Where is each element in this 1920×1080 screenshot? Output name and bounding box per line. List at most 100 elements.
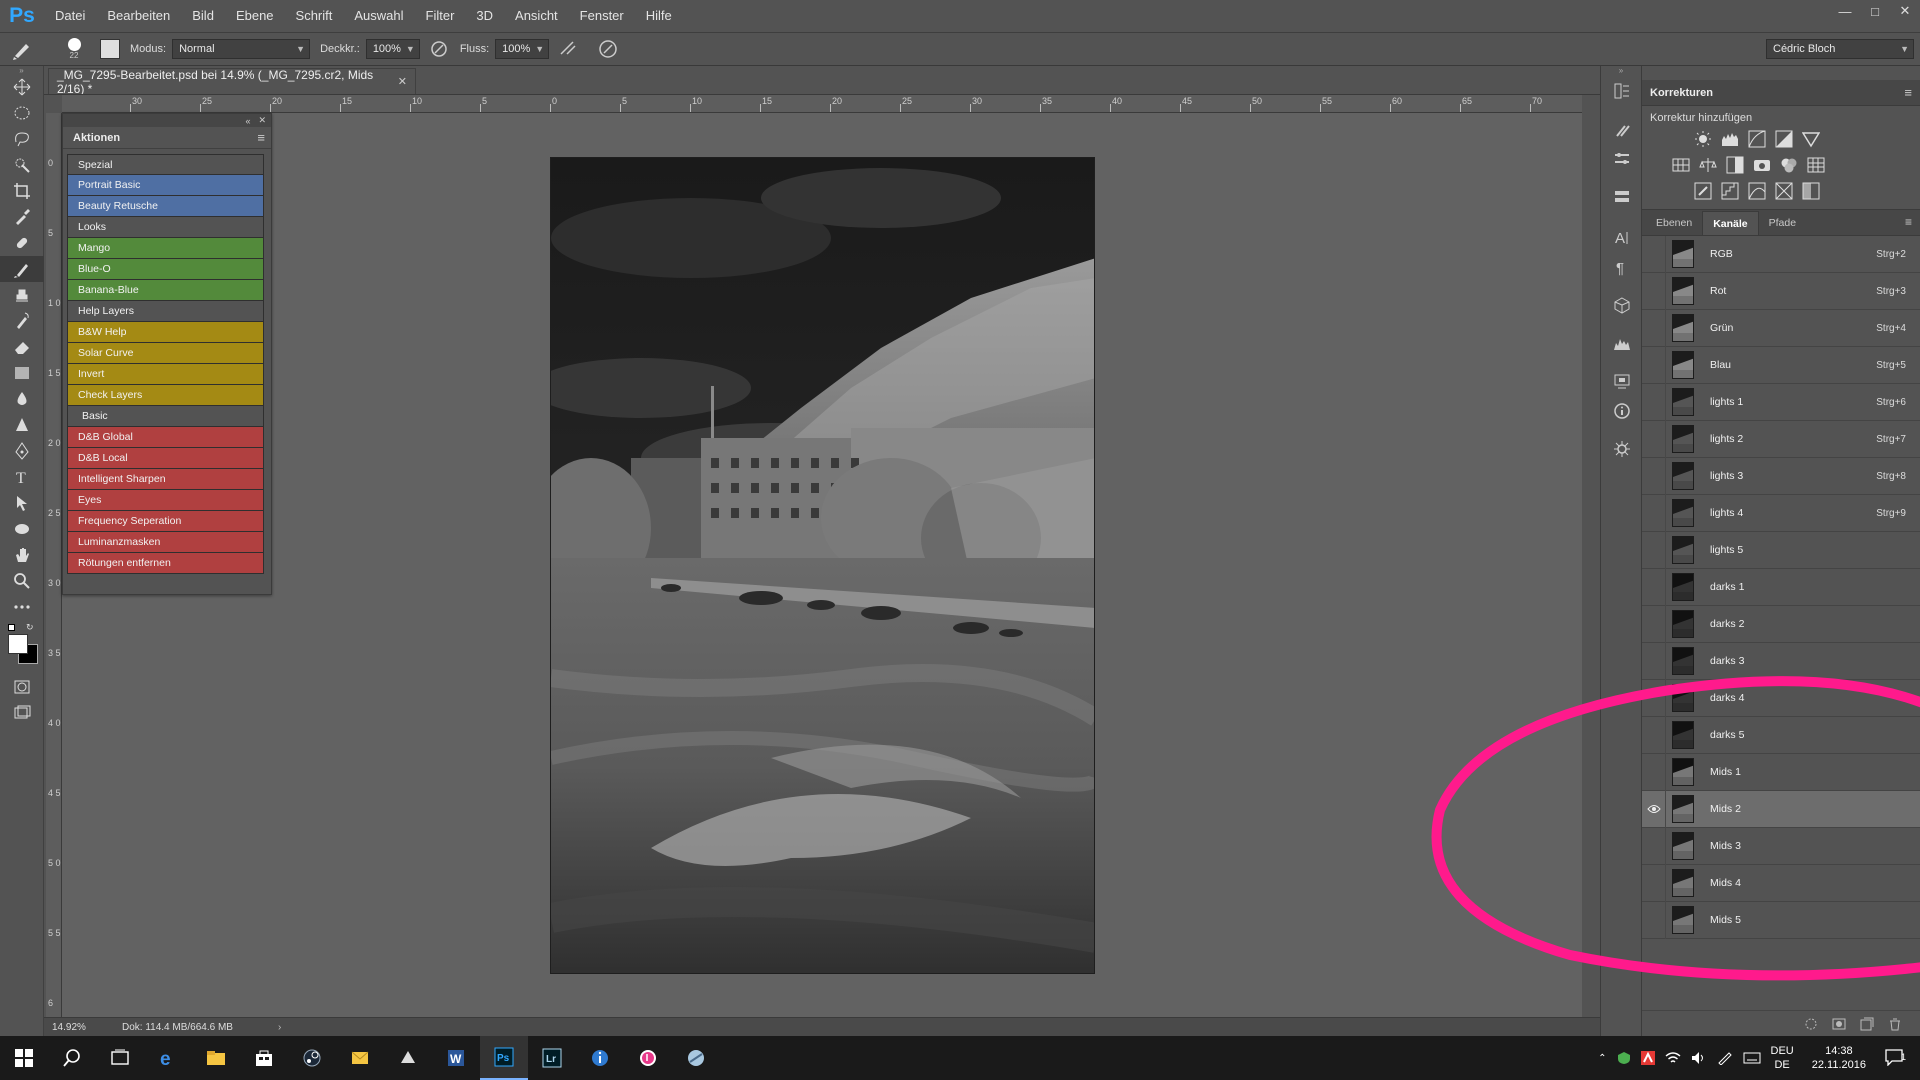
action-set-blue-o[interactable]: Blue-O (67, 259, 264, 280)
actions-tab[interactable]: Aktionen ≡ (63, 127, 271, 149)
visibility-toggle[interactable] (1642, 827, 1666, 865)
visibility-toggle[interactable] (1642, 383, 1666, 421)
visibility-toggle[interactable] (1642, 494, 1666, 532)
gradient-map-icon[interactable] (1802, 182, 1820, 200)
menu-hilfe[interactable]: Hilfe (635, 0, 683, 32)
channel-row[interactable]: Mids 3 (1642, 827, 1920, 865)
channel-row[interactable]: Mids 5 (1642, 901, 1920, 939)
brush-tool-preset[interactable] (0, 38, 44, 60)
channel-row[interactable]: darks 4 (1642, 679, 1920, 717)
visibility-toggle[interactable] (1642, 901, 1666, 939)
action-set-b-w-help[interactable]: B&W Help (67, 322, 264, 343)
volume-icon[interactable] (1691, 1051, 1707, 1065)
visibility-toggle[interactable] (1642, 605, 1666, 643)
channel-row[interactable]: RGB Strg+2 (1642, 235, 1920, 273)
visibility-toggle[interactable] (1642, 531, 1666, 569)
close-window-button[interactable]: ✕ (1890, 0, 1920, 22)
task-view-icon[interactable] (96, 1036, 144, 1080)
hand-tool-icon[interactable] (0, 542, 44, 568)
action-set-d-b-local[interactable]: D&B Local (67, 448, 264, 469)
adjustments-tab[interactable]: Korrekturen ≡ (1642, 80, 1920, 106)
info-icon[interactable] (1601, 396, 1643, 426)
channel-row[interactable]: Mids 2 (1642, 790, 1920, 828)
quick-selection-icon[interactable] (0, 152, 44, 178)
close-panel-icon[interactable]: ✕ (258, 115, 266, 126)
tab-kanle[interactable]: Kanäle (1702, 211, 1759, 235)
swap-colors-icon[interactable]: ↻ (26, 622, 34, 633)
panel-menu-icon[interactable]: ≡ (1904, 85, 1912, 100)
brightness-contrast-icon[interactable] (1694, 130, 1712, 148)
clone-stamp-icon[interactable] (0, 282, 44, 308)
vertical-ruler[interactable]: 0 5 1 0 1 5 2 0 2 5 3 0 3 5 4 0 4 5 5 0 5 5 6 (46, 113, 62, 1017)
action-set-frequency-seperation[interactable]: Frequency Seperation (67, 511, 264, 532)
eraser-icon[interactable] (0, 334, 44, 360)
app-icon[interactable] (384, 1036, 432, 1080)
vibrance-icon[interactable] (1802, 130, 1820, 148)
channel-row[interactable]: lights 1 Strg+6 (1642, 383, 1920, 421)
workspace-select[interactable]: Cédric Bloch ▼ (1766, 39, 1914, 59)
invert-icon[interactable] (1694, 182, 1712, 200)
action-set-d-b-global[interactable]: D&B Global (67, 427, 264, 448)
color-settings-icon[interactable] (1601, 434, 1643, 464)
channel-row[interactable]: lights 4 Strg+9 (1642, 494, 1920, 532)
layer-comps-icon[interactable] (1601, 182, 1643, 212)
channel-row[interactable]: darks 2 (1642, 605, 1920, 643)
panel-menu-icon[interactable]: ≡ (1905, 215, 1912, 229)
menu-fenster[interactable]: Fenster (569, 0, 635, 32)
curves-icon[interactable] (1748, 130, 1766, 148)
mail-icon[interactable] (336, 1036, 384, 1080)
airbrush-icon[interactable] (557, 38, 579, 60)
search-icon[interactable] (48, 1036, 96, 1080)
channel-row[interactable]: lights 5 (1642, 531, 1920, 569)
menu-bild[interactable]: Bild (181, 0, 225, 32)
action-set-help-layers[interactable]: Help Layers (67, 301, 264, 322)
maximize-button[interactable]: □ (1860, 0, 1890, 22)
menu-ebene[interactable]: Ebene (225, 0, 285, 32)
steam-icon[interactable] (288, 1036, 336, 1080)
flow-input[interactable]: 100% ▼ (495, 39, 550, 59)
edge-icon[interactable]: e (144, 1036, 192, 1080)
zoom-level[interactable]: 14.92% (44, 1022, 108, 1033)
clock[interactable]: 14:38 22.11.2016 (1812, 1044, 1866, 1072)
visibility-toggle[interactable] (1642, 716, 1666, 754)
menu-schrift[interactable]: Schrift (285, 0, 344, 32)
brush-settings-icon[interactable] (1601, 114, 1643, 144)
menu-filter[interactable]: Filter (415, 0, 466, 32)
new-channel-icon[interactable] (1860, 1017, 1874, 1031)
move-tool-icon[interactable] (0, 74, 44, 100)
app2-icon[interactable] (672, 1036, 720, 1080)
channel-row[interactable]: Mids 1 (1642, 753, 1920, 791)
histogram-icon[interactable] (1601, 328, 1643, 358)
visibility-toggle[interactable] (1642, 864, 1666, 902)
channel-row[interactable]: darks 3 (1642, 642, 1920, 680)
visibility-toggle[interactable] (1642, 753, 1666, 791)
exposure-icon[interactable] (1775, 130, 1793, 148)
mode-select[interactable]: Normal ▼ (172, 39, 311, 59)
crop-icon[interactable] (0, 178, 44, 204)
brush-tool-icon[interactable] (0, 256, 44, 282)
action-set-banana-blue[interactable]: Banana-Blue (67, 280, 264, 301)
action-set-solar-curve[interactable]: Solar Curve (67, 343, 264, 364)
pressure-opacity-icon[interactable] (428, 38, 450, 60)
tab-ebenen[interactable]: Ebenen (1646, 211, 1702, 235)
status-menu-arrow-icon[interactable]: › (278, 1022, 281, 1033)
lasso-icon[interactable] (0, 126, 44, 152)
horizontal-ruler[interactable]: 30 25 20 15 10 5 0 5 10 15 20 25 30 35 40 45 50 55 60 65 70 (62, 95, 1582, 113)
history-icon[interactable] (1601, 76, 1643, 106)
photo-filter-icon[interactable] (1753, 156, 1771, 174)
info-icon[interactable] (576, 1036, 624, 1080)
paragraph-icon[interactable]: ¶ (1601, 252, 1643, 282)
explorer-icon[interactable] (192, 1036, 240, 1080)
delete-channel-icon[interactable] (1888, 1017, 1902, 1031)
type-tool-icon[interactable]: T (0, 464, 44, 490)
brush-size-picker[interactable]: 22 (54, 38, 94, 60)
selective-color-icon[interactable] (1775, 182, 1793, 200)
visibility-toggle[interactable] (1642, 235, 1666, 273)
dodge-icon[interactable] (0, 412, 44, 438)
visibility-toggle[interactable] (1642, 457, 1666, 495)
visibility-toggle[interactable] (1642, 346, 1666, 384)
save-selection-icon[interactable] (1832, 1017, 1846, 1031)
minimize-button[interactable]: — (1830, 0, 1860, 22)
color-lookup-icon[interactable] (1807, 156, 1825, 174)
language-indicator[interactable]: DEU DE (1771, 1044, 1794, 1072)
